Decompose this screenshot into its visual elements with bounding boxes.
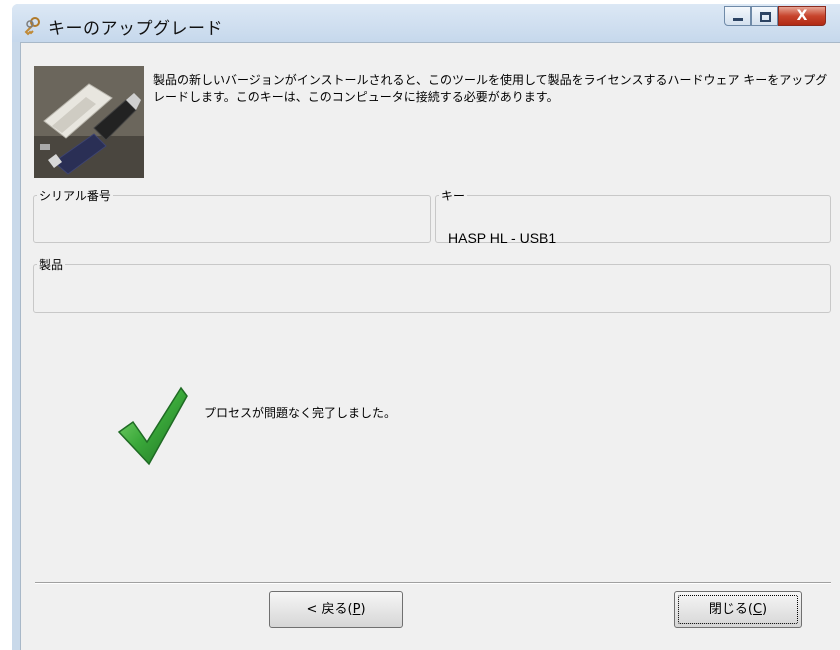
description-text: 製品の新しいバージョンがインストールされると、このツールを使用して製品をライセン… <box>153 73 828 104</box>
caption-buttons: X <box>724 6 826 28</box>
usb-keys-icon <box>34 66 144 178</box>
close-window-button[interactable]: X <box>778 6 826 26</box>
button-separator <box>35 582 831 584</box>
close-button[interactable]: 閉じる(C) <box>674 591 802 628</box>
upgrade-key-window: キーのアップグレード X 製品の新しいバージョンがインストールされると、このツー… <box>12 4 840 650</box>
product-label: 製品 <box>39 258 64 272</box>
product-group: 製品 <box>33 256 831 313</box>
keys-icon <box>24 17 40 36</box>
key-label: キー <box>441 189 466 203</box>
maximize-button[interactable] <box>751 6 778 26</box>
back-button-label-prefix: < 戻る( <box>306 602 353 617</box>
serial-number-group: シリアル番号 <box>33 187 431 243</box>
focus-rect <box>678 595 798 624</box>
checkmark-icon <box>117 386 188 466</box>
back-button-label-suffix: ) <box>360 602 366 617</box>
serial-number-label: シリアル番号 <box>39 189 111 203</box>
window-title: キーのアップグレード <box>48 19 223 39</box>
hardware-keys-image <box>34 66 144 178</box>
key-group: キー HASP HL - USB1 <box>435 187 831 246</box>
close-icon: X <box>796 8 808 24</box>
status-message: プロセスが問題なく完了しました。 <box>204 406 397 420</box>
key-value: HASP HL - USB1 <box>448 230 557 246</box>
title-bar[interactable]: キーのアップグレード X <box>12 4 840 42</box>
dialog-body: 製品の新しいバージョンがインストールされると、このツールを使用して製品をライセン… <box>20 42 840 650</box>
minimize-button[interactable] <box>724 6 751 26</box>
back-button[interactable]: < 戻る(P) <box>269 591 403 628</box>
